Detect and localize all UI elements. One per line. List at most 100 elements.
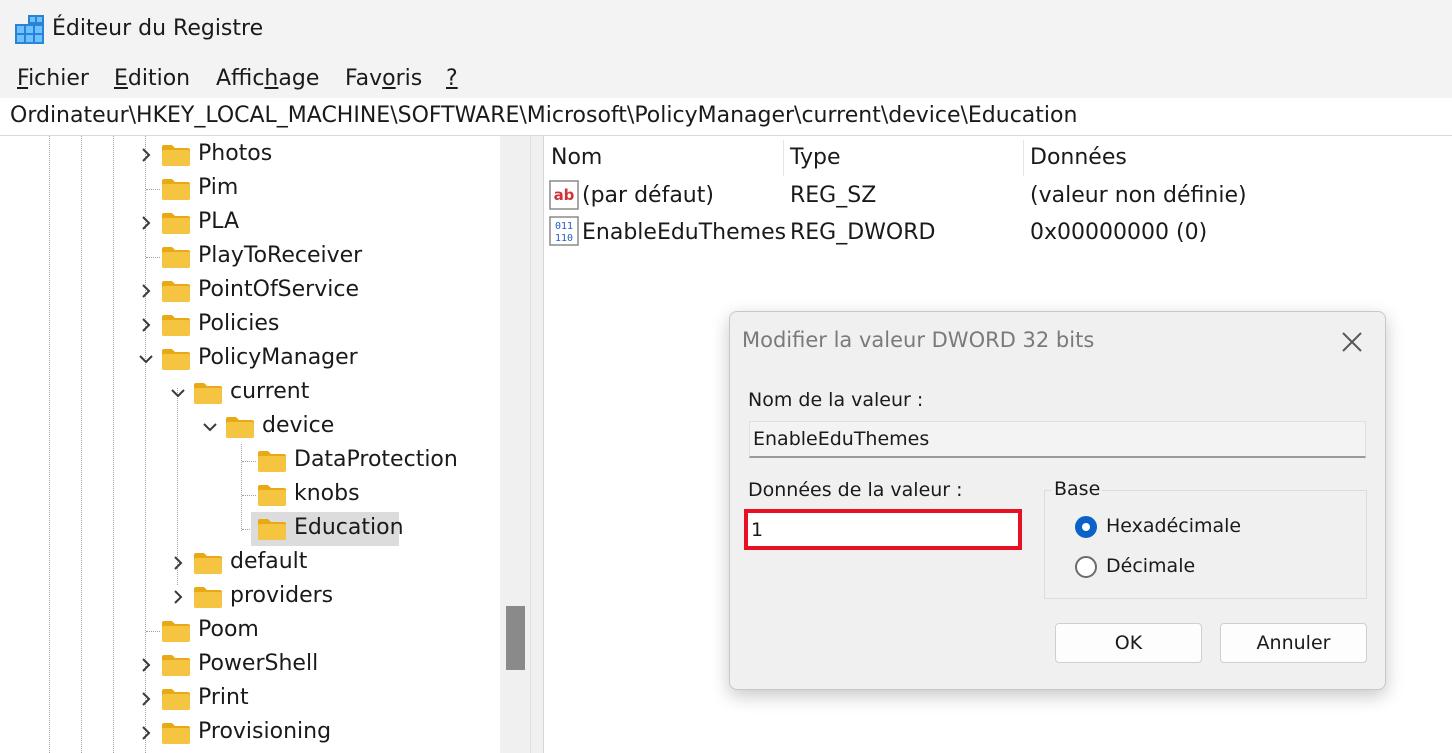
value-data: 0x00000000 (0): [1030, 220, 1208, 245]
tree-item-photos[interactable]: Photos: [0, 138, 500, 172]
dialog-title: Modifier la valeur DWORD 32 bits: [742, 328, 1095, 352]
base-group-label: Base: [1052, 478, 1103, 500]
tree-item-label: default: [230, 549, 308, 574]
column-header-data[interactable]: Données: [1030, 145, 1127, 170]
chevron-right-icon[interactable]: [168, 587, 188, 607]
value-data-label: Données de la valeur :: [748, 479, 963, 501]
folder-icon: [162, 213, 190, 234]
column-separator[interactable]: [783, 140, 784, 176]
hex-radio[interactable]: [1075, 516, 1097, 538]
value-name-field: EnableEduThemes: [749, 421, 1366, 458]
edit-dword-dialog: Modifier la valeur DWORD 32 bits Nom de …: [729, 311, 1386, 690]
folder-icon: [162, 655, 190, 676]
chevron-down-icon[interactable]: [200, 417, 220, 437]
menu-file[interactable]: Fichier: [17, 66, 89, 91]
chevron-right-icon[interactable]: [168, 553, 188, 573]
ok-button[interactable]: OK: [1055, 623, 1202, 663]
value-name-text: EnableEduThemes: [753, 428, 930, 450]
tree-item-label: DataProtection: [294, 447, 458, 472]
decimal-radio-label[interactable]: Décimale: [1106, 555, 1195, 577]
chevron-right-icon[interactable]: [136, 689, 156, 709]
value-data-input[interactable]: [751, 517, 1011, 543]
tree-item-dataprotection[interactable]: DataProtection: [0, 444, 500, 478]
close-icon[interactable]: [1338, 328, 1366, 356]
chevron-right-icon[interactable]: [136, 723, 156, 743]
tree-item-provisioning[interactable]: Provisioning: [0, 716, 500, 750]
menu-help[interactable]: ?: [446, 66, 458, 91]
registry-editor-icon: [15, 15, 44, 44]
tree-item-label: current: [230, 379, 310, 404]
folder-icon: [162, 689, 190, 710]
value-name: EnableEduThemes: [582, 220, 787, 245]
folder-icon: [162, 349, 190, 370]
pane-splitter[interactable]: [530, 136, 544, 753]
folder-icon: [258, 451, 286, 472]
svg-text:ab: ab: [554, 186, 575, 204]
folder-icon: [258, 519, 286, 540]
chevron-right-icon[interactable]: [136, 213, 156, 233]
base-group: [1044, 490, 1367, 599]
chevron-right-icon[interactable]: [136, 315, 156, 335]
folder-icon: [194, 553, 222, 574]
tree-item-powershell[interactable]: PowerShell: [0, 648, 500, 682]
tree-item-poom[interactable]: Poom: [0, 614, 500, 648]
decimal-radio[interactable]: [1075, 556, 1097, 578]
address-bar[interactable]: Ordinateur\HKEY_LOCAL_MACHINE\SOFTWARE\M…: [0, 98, 1452, 136]
cancel-button[interactable]: Annuler: [1220, 623, 1367, 663]
column-header-type[interactable]: Type: [790, 145, 841, 170]
menu-view[interactable]: Affichage: [216, 66, 319, 91]
folder-icon: [162, 281, 190, 302]
menu-bar: Fichier Edition Affichage Favoris ?: [0, 60, 1452, 98]
tree-item-device[interactable]: device: [0, 410, 500, 444]
tree-item-label: Poom: [198, 617, 259, 642]
value-name: (par défaut): [582, 183, 714, 208]
menu-edit[interactable]: Edition: [114, 66, 190, 91]
tree-item-label: knobs: [294, 481, 360, 506]
tree-item-label: Provisioning: [198, 719, 332, 744]
key-tree[interactable]: Photos Pim PLA PlayToReceiver PointOfService…: [0, 136, 530, 753]
column-header-name[interactable]: Nom: [551, 145, 602, 170]
tree-item-label: PLA: [198, 209, 240, 234]
tree-item-pointofservice[interactable]: PointOfService: [0, 274, 500, 308]
value-data: (valeur non définie): [1030, 183, 1247, 208]
tree-scrollbar-thumb[interactable]: [506, 606, 525, 670]
tree-item-label: Photos: [198, 141, 273, 166]
value-data-highlight: [744, 509, 1022, 550]
chevron-right-icon[interactable]: [136, 281, 156, 301]
tree-item-pim[interactable]: Pim: [0, 172, 500, 206]
tree-item-pla[interactable]: PLA: [0, 206, 500, 240]
tree-item-label: PlayToReceiver: [198, 243, 363, 268]
folder-icon: [162, 247, 190, 268]
tree-item-label: Policies: [198, 311, 280, 336]
tree-item-label: device: [262, 413, 335, 438]
tree-item-label: PowerShell: [198, 651, 319, 676]
hex-radio-label[interactable]: Hexadécimale: [1106, 515, 1241, 537]
tree-item-playtoreceiver[interactable]: PlayToReceiver: [0, 240, 500, 274]
chevron-down-icon[interactable]: [168, 383, 188, 403]
tree-item-knobs[interactable]: knobs: [0, 478, 500, 512]
tree-item-policymanager[interactable]: PolicyManager: [0, 342, 500, 376]
tree-item-print[interactable]: Print: [0, 682, 500, 716]
chevron-right-icon[interactable]: [136, 145, 156, 165]
tree-item-label: providers: [230, 583, 334, 608]
tree-item-label: PolicyManager: [198, 345, 358, 370]
chevron-right-icon[interactable]: [136, 655, 156, 675]
tree-item-policies[interactable]: Policies: [0, 308, 500, 342]
title-bar: Éditeur du Registre: [0, 0, 1452, 60]
tree-item-default[interactable]: default: [0, 546, 500, 580]
folder-icon: [162, 621, 190, 642]
address-path[interactable]: Ordinateur\HKEY_LOCAL_MACHINE\SOFTWARE\M…: [10, 103, 1077, 128]
tree-item-providers[interactable]: providers: [0, 580, 500, 614]
folder-icon: [194, 383, 222, 404]
binary-value-icon: 011 110: [549, 216, 579, 246]
value-name-label: Nom de la valeur :: [748, 389, 924, 411]
svg-text:110: 110: [555, 233, 573, 244]
menu-favorites[interactable]: Favoris: [345, 66, 422, 91]
tree-item-education[interactable]: Education: [0, 512, 500, 546]
value-type: REG_SZ: [790, 183, 877, 208]
folder-icon: [162, 145, 190, 166]
chevron-down-icon[interactable]: [136, 349, 156, 369]
tree-item-current[interactable]: current: [0, 376, 500, 410]
svg-text:011: 011: [555, 221, 573, 232]
column-separator[interactable]: [1023, 140, 1024, 176]
